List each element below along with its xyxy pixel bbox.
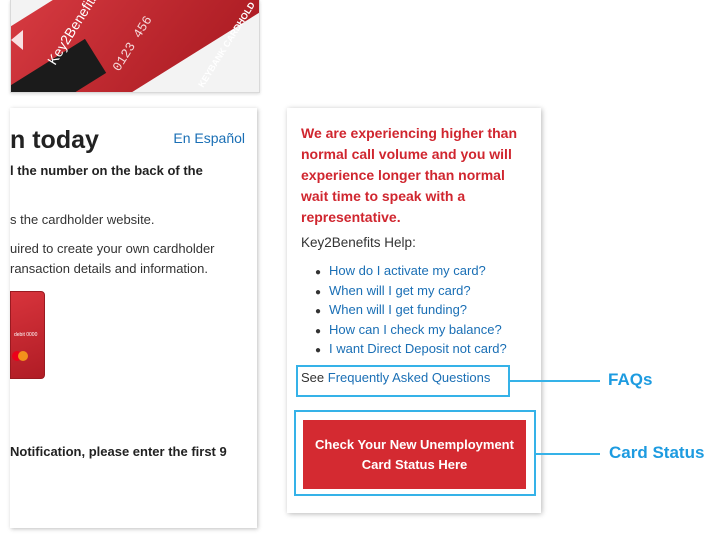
card-image: Key2Benefits 0123 456 KEYBANK CARDHOLD (10, 0, 260, 93)
page-title: n today (10, 126, 99, 154)
minicard-text: debit 0000 (14, 332, 38, 338)
card-status-highlight-box (294, 410, 536, 496)
instruction-line-1: l the number on the back of the (10, 163, 203, 178)
instruction-line-3: uired to create your own cardholder (10, 241, 215, 256)
faqs-connector-line (510, 380, 600, 382)
card-status-annotation-label: Card Status (609, 443, 705, 462)
call-volume-alert: We are experiencing higher than normal c… (301, 125, 518, 225)
faq-link-funding[interactable]: When will I get funding? (329, 302, 467, 317)
list-item: ● I want Direct Deposit not card? (315, 339, 507, 359)
faq-list: ● How do I activate my card? ● When will I… (315, 261, 507, 359)
help-title: Key2Benefits Help: (301, 235, 416, 250)
instruction-line-2: s the cardholder website. (10, 212, 155, 227)
bullet-icon: ● (315, 345, 322, 356)
notification-instruction: Notification, please enter the first 9 (10, 444, 227, 459)
bullet-icon: ● (315, 267, 322, 278)
faq-link-activate[interactable]: How do I activate my card? (329, 263, 486, 278)
list-item: ● When will I get funding? (315, 300, 507, 320)
activation-panel: n today En Español l the number on the b… (10, 108, 257, 528)
faqs-highlight-box (296, 365, 510, 397)
bullet-icon: ● (315, 306, 322, 317)
faq-link-balance[interactable]: How can I check my balance? (329, 322, 502, 337)
list-item: ● When will I get my card? (315, 281, 507, 301)
faqs-annotation-label: FAQs (608, 370, 653, 389)
faq-link-get-card[interactable]: When will I get my card? (329, 283, 471, 298)
debit-card-thumbnail: debit 0000 (10, 291, 45, 379)
faq-link-direct-deposit[interactable]: I want Direct Deposit not card? (329, 341, 507, 356)
list-item: ● How can I check my balance? (315, 320, 507, 340)
spanish-language-link[interactable]: En Español (173, 130, 245, 146)
card-status-connector-line (536, 453, 600, 455)
instruction-line-4: ransaction details and information. (10, 261, 209, 276)
list-item: ● How do I activate my card? (315, 261, 507, 281)
